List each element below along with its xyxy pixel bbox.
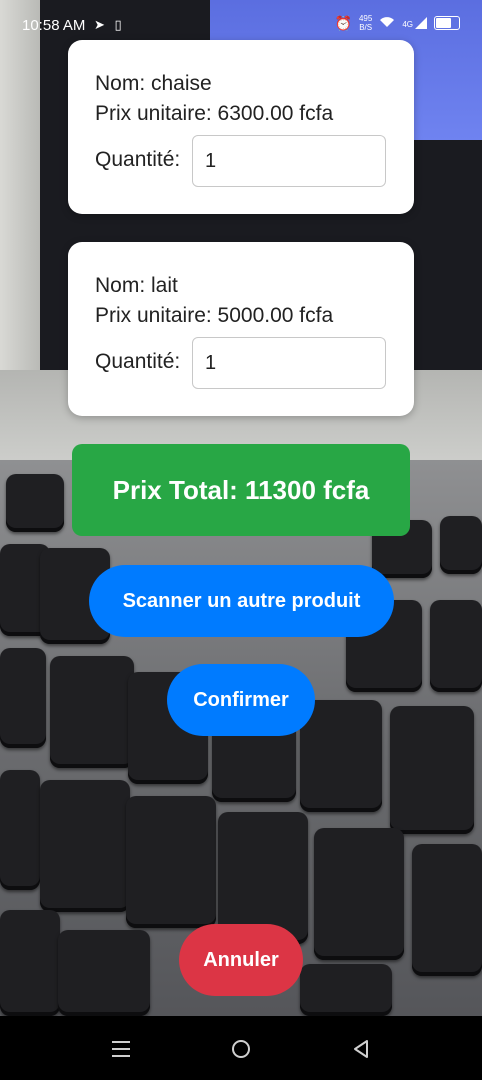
total-price-banner: Prix Total: 11300 fcfa — [72, 444, 410, 536]
keyboard-key — [430, 600, 482, 692]
quantity-input[interactable] — [192, 337, 386, 389]
status-bar: 10:58 AM ➤ ▯ ⏰ 495 B/S 4G — [0, 0, 482, 52]
quantity-input[interactable] — [192, 135, 386, 187]
status-right-icons: ⏰ 495 B/S 4G — [335, 14, 460, 32]
total-price-label: Prix Total: 11300 fcfa — [112, 474, 370, 505]
system-navigation-bar — [0, 1016, 482, 1080]
wifi-icon — [379, 16, 395, 31]
product-name: Nom: lait — [95, 274, 178, 297]
product-card: Nom: chaise Prix unitaire: 6300.00 fcfa … — [68, 40, 414, 214]
product-card: Nom: lait Prix unitaire: 5000.00 fcfa Qu… — [68, 242, 414, 416]
menu-icon[interactable] — [101, 1034, 141, 1064]
keyboard-key — [440, 516, 482, 574]
keyboard-key — [58, 930, 150, 1016]
home-icon[interactable] — [221, 1034, 261, 1064]
product-unit-price: Prix unitaire: 6300.00 fcfa — [95, 102, 334, 125]
cancel-button[interactable]: Annuler — [179, 924, 303, 996]
quantity-label: Quantité: — [95, 148, 181, 171]
product-unit-price: Prix unitaire: 5000.00 fcfa — [95, 304, 334, 327]
keyboard-key — [0, 910, 60, 1016]
status-left-icons: ➤ ▯ — [94, 17, 122, 33]
keyboard-key — [390, 706, 474, 834]
keyboard-key — [412, 844, 482, 976]
keyboard-key — [0, 770, 40, 890]
alarm-icon: ⏰ — [334, 14, 352, 31]
keyboard-key — [6, 474, 64, 532]
keyboard-key — [0, 648, 46, 748]
back-icon[interactable] — [341, 1034, 381, 1064]
keyboard-key — [300, 964, 392, 1016]
status-time: 10:58 AM — [22, 17, 86, 34]
keyboard-key — [126, 796, 216, 928]
scan-another-product-button[interactable]: Scanner un autre produit — [89, 565, 394, 637]
sim-card-icon: ▯ — [114, 17, 122, 32]
keyboard-key — [314, 828, 404, 960]
confirm-button[interactable]: Confirmer — [167, 664, 315, 736]
battery-icon — [434, 16, 460, 30]
keyboard-key — [300, 700, 382, 812]
keyboard-key — [50, 656, 134, 768]
keyboard-key — [40, 780, 130, 912]
product-name: Nom: chaise — [95, 72, 212, 95]
quantity-label: Quantité: — [95, 350, 181, 373]
telegram-icon: ➤ — [94, 17, 105, 32]
signal-4g-icon: 4G — [402, 17, 427, 29]
network-speed-icon: 495 B/S — [358, 14, 373, 32]
